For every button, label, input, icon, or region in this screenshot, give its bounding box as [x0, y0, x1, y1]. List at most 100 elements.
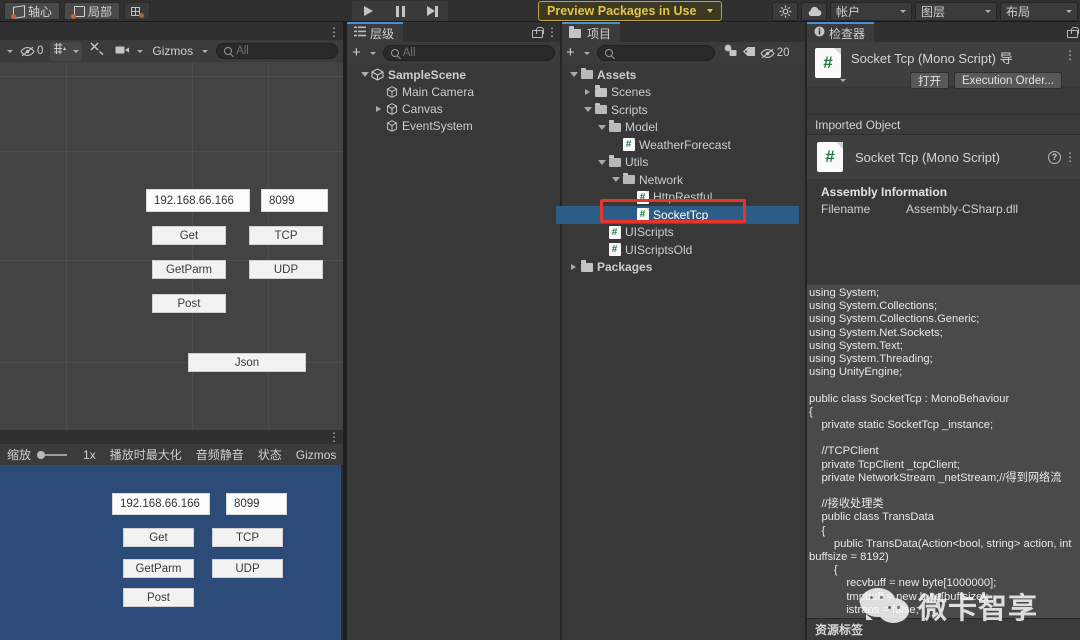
game-viewport[interactable]: 192.168.66.166 8099 Get TCP GetParm UDP …: [0, 465, 341, 640]
game-ip-field[interactable]: 192.168.66.166: [112, 493, 210, 515]
tree-item-uiscriptsold[interactable]: #UIScriptsOld: [562, 241, 805, 259]
game-get-button[interactable]: Get: [123, 528, 194, 547]
add-gameobject-button[interactable]: +: [352, 48, 361, 58]
tree-expand-arrow[interactable]: [568, 264, 579, 270]
tree-item-scripts[interactable]: Scripts: [562, 101, 805, 119]
scene-tcp-button[interactable]: TCP: [249, 226, 323, 245]
inspector-panel: 检查器 # Socket Tcp (Mono Script) 导 打开 Exec…: [807, 22, 1080, 640]
pivot-toggle-button[interactable]: 轴心: [4, 2, 60, 20]
game-port-field[interactable]: 8099: [226, 493, 287, 515]
scene-camera-dropdown[interactable]: [112, 42, 146, 60]
play-button[interactable]: [352, 1, 384, 21]
execution-order-button[interactable]: Execution Order...: [954, 72, 1062, 89]
grid-snap-button[interactable]: [124, 2, 150, 20]
project-tabbar: 项目: [562, 22, 805, 42]
scene-post-button[interactable]: Post: [152, 294, 226, 313]
pivot-label: 轴心: [28, 3, 52, 20]
cloud-icon[interactable]: [801, 2, 827, 21]
scene-fx-dropdown[interactable]: [50, 42, 82, 61]
tree-item-uiscripts[interactable]: #UIScripts: [562, 224, 805, 242]
tab-project[interactable]: 项目: [562, 22, 620, 42]
game-scale-control[interactable]: 缩放 1x: [0, 444, 103, 465]
game-udp-button[interactable]: UDP: [212, 559, 283, 578]
hierarchy-menu-button[interactable]: ⋮: [548, 25, 556, 39]
csharp-icon: #: [635, 191, 650, 204]
tree-item-assets[interactable]: Assets: [562, 66, 805, 84]
game-panel-menu-button[interactable]: ⋮: [330, 430, 338, 444]
tree-item-sockettcp[interactable]: #SocketTcp: [556, 206, 799, 224]
services-icon[interactable]: [772, 2, 798, 21]
project-search-input[interactable]: [597, 45, 715, 61]
chevron-down-icon[interactable]: [584, 52, 590, 55]
scene-getparm-button[interactable]: GetParm: [152, 260, 226, 279]
layers-dropdown[interactable]: 图层: [915, 2, 997, 21]
layout-dropdown[interactable]: 布局: [1000, 2, 1078, 21]
help-icon[interactable]: ?: [1048, 151, 1061, 164]
game-getparm-button[interactable]: GetParm: [123, 559, 194, 578]
project-visibility-toggle[interactable]: 20: [760, 47, 790, 59]
tree-expand-arrow[interactable]: [568, 72, 579, 77]
tree-item-main-camera[interactable]: Main Camera: [347, 83, 560, 100]
stats-toggle[interactable]: 状态: [251, 444, 289, 465]
tree-item-model[interactable]: Model: [562, 119, 805, 137]
open-script-button[interactable]: 打开: [910, 72, 949, 89]
tree-expand-arrow[interactable]: [582, 107, 593, 112]
hierarchy-search-input[interactable]: All: [383, 45, 555, 61]
script-code-preview: using System; using System.Collections; …: [807, 285, 1080, 618]
local-space-toggle-button[interactable]: 局部: [64, 2, 120, 20]
tree-item-canvas[interactable]: Canvas: [347, 100, 560, 117]
scene-visibility-button[interactable]: 0: [16, 45, 47, 57]
scene-get-button[interactable]: Get: [152, 226, 226, 245]
tab-hierarchy[interactable]: 层级: [347, 22, 403, 42]
game-gizmos-dropdown[interactable]: Gizmos: [289, 444, 344, 465]
filter-by-type-icon[interactable]: [723, 44, 738, 62]
scene-ip-field[interactable]: 192.168.66.166: [146, 189, 250, 212]
scene-view-panel: ⋮ 0 Gizmos All: [0, 22, 343, 430]
pause-button[interactable]: [384, 1, 416, 21]
scene-search-input[interactable]: All: [216, 43, 338, 59]
tree-item-weatherforecast[interactable]: #WeatherForecast: [562, 136, 805, 154]
inspector-menu-button[interactable]: ⋮: [1066, 48, 1074, 62]
inspector-tabbar: 检查器: [807, 22, 1080, 42]
game-tcp-button[interactable]: TCP: [212, 528, 283, 547]
tree-expand-arrow[interactable]: [596, 125, 607, 130]
tree-expand-arrow[interactable]: [596, 160, 607, 165]
tree-expand-arrow[interactable]: [359, 72, 370, 77]
tree-item-scenes[interactable]: Scenes: [562, 84, 805, 102]
gizmos-dropdown[interactable]: Gizmos: [149, 44, 211, 58]
scene-grid-line: [66, 62, 67, 430]
tree-item-packages[interactable]: Packages: [562, 259, 805, 277]
tree-expand-arrow[interactable]: [373, 106, 384, 112]
project-panel: 项目 + 20 AssetsScenesScriptsModel#Weather…: [562, 22, 805, 640]
filter-by-label-icon[interactable]: [742, 44, 756, 62]
game-post-button[interactable]: Post: [123, 588, 194, 607]
scene-viewport[interactable]: 192.168.66.166 8099 Get TCP GetParm UDP …: [0, 62, 343, 430]
script-icon-wrap: #: [815, 48, 841, 78]
tree-item-httprestful[interactable]: #HttpRestful: [562, 189, 805, 207]
chevron-down-icon[interactable]: [7, 50, 13, 53]
account-dropdown[interactable]: 帐户: [830, 2, 912, 21]
tree-item-samplescene[interactable]: SampleScene: [347, 66, 560, 83]
scene-port-field[interactable]: 8099: [261, 189, 328, 212]
tree-item-eventsystem[interactable]: EventSystem: [347, 117, 560, 134]
mute-audio-toggle[interactable]: 音频静音: [189, 444, 251, 465]
tree-expand-arrow[interactable]: [582, 89, 593, 95]
chevron-down-icon[interactable]: [370, 52, 376, 55]
scene-json-button[interactable]: Json: [188, 353, 306, 372]
imported-object-menu-button[interactable]: ⋮: [1066, 150, 1074, 164]
preview-packages-button[interactable]: Preview Packages in Use: [538, 1, 722, 21]
tab-inspector[interactable]: 检查器: [807, 22, 874, 42]
scene-udp-button[interactable]: UDP: [249, 260, 323, 279]
create-asset-button[interactable]: +: [566, 48, 575, 58]
maximize-on-play-toggle[interactable]: 播放时最大化: [103, 444, 189, 465]
tree-item-network[interactable]: Network: [562, 171, 805, 189]
tree-item-utils[interactable]: Utils: [562, 154, 805, 172]
scene-panel-menu-button[interactable]: ⋮: [330, 25, 338, 39]
scale-slider[interactable]: [36, 450, 78, 460]
tools-icon[interactable]: [85, 42, 109, 60]
chevron-down-icon[interactable]: [840, 79, 846, 82]
step-button[interactable]: [416, 1, 448, 21]
lock-icon[interactable]: [1067, 27, 1076, 38]
tree-expand-arrow[interactable]: [610, 177, 621, 182]
lock-icon[interactable]: [532, 27, 541, 38]
